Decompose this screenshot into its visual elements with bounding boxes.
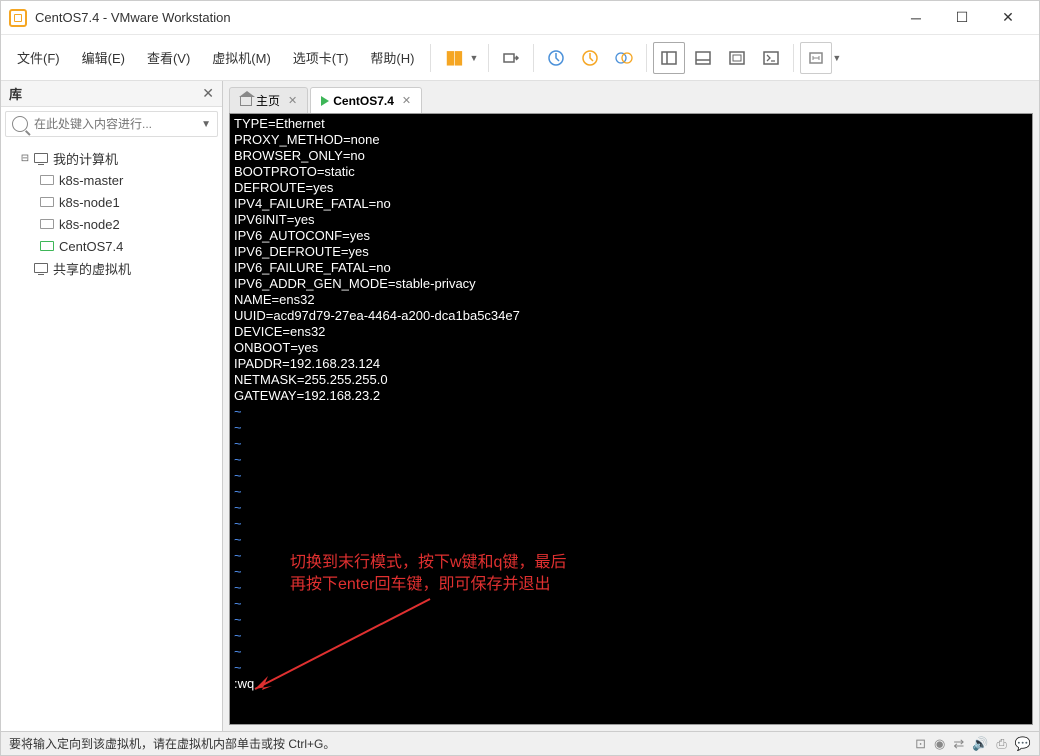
- main-area: 主页 ✕ CentOS7.4 ✕ TYPE=EthernetPROXY_METH…: [223, 81, 1039, 731]
- terminal-line: PROXY_METHOD=none: [234, 132, 1028, 148]
- menu-help[interactable]: 帮助(H): [360, 42, 424, 73]
- annotation-arrow: [240, 594, 440, 704]
- vm-icon: [40, 175, 54, 185]
- snapshot-revert-button[interactable]: [574, 42, 606, 74]
- terminal-line: BROWSER_ONLY=no: [234, 148, 1028, 164]
- search-icon: [12, 116, 28, 132]
- terminal-line: NETMASK=255.255.255.0: [234, 372, 1028, 388]
- tab-close-icon[interactable]: ✕: [288, 94, 297, 107]
- close-button[interactable]: ✕: [985, 1, 1031, 34]
- play-icon: [321, 96, 329, 106]
- search-dropdown-icon[interactable]: ▼: [201, 119, 211, 130]
- sidebar-header: 库 ✕: [1, 81, 222, 107]
- terminal-line: TYPE=Ethernet: [234, 116, 1028, 132]
- terminal-tilde: ~: [234, 532, 1028, 548]
- statusbar: 要将输入定向到该虚拟机，请在虚拟机内部单击或按 Ctrl+G。 ⊡ ◉ ⇄ 🔊 …: [1, 731, 1039, 755]
- sidebar-close-icon[interactable]: ✕: [202, 85, 214, 102]
- view-fullscreen-button[interactable]: [721, 42, 753, 74]
- tree-item-centos[interactable]: CentOS7.4: [5, 235, 218, 257]
- view-single-button[interactable]: [653, 42, 685, 74]
- terminal-tilde: ~: [234, 484, 1028, 500]
- view-unity-button[interactable]: [755, 42, 787, 74]
- minimize-button[interactable]: ─: [893, 1, 939, 34]
- terminal-line: IPV4_FAILURE_FATAL=no: [234, 196, 1028, 212]
- terminal-tilde: ~: [234, 500, 1028, 516]
- tree-item-k8s-master[interactable]: k8s-master: [5, 169, 218, 191]
- terminal-tilde: ~: [234, 468, 1028, 484]
- terminal-line: IPV6INIT=yes: [234, 212, 1028, 228]
- expand-icon[interactable]: ⊟: [19, 153, 31, 164]
- tree-shared-vms[interactable]: 共享的虚拟机: [5, 257, 218, 279]
- search-input[interactable]: [34, 117, 201, 131]
- sound-icon[interactable]: 🔊: [972, 736, 988, 752]
- tree-root-mycomputer[interactable]: ⊟ 我的计算机: [5, 147, 218, 169]
- printer-icon[interactable]: ⎙: [996, 736, 1006, 752]
- terminal-line: DEVICE=ens32: [234, 324, 1028, 340]
- tab-home[interactable]: 主页 ✕: [229, 87, 308, 113]
- terminal-line: NAME=ens32: [234, 292, 1028, 308]
- home-icon: [240, 96, 252, 106]
- pause-dropdown[interactable]: ▼: [469, 53, 478, 63]
- stretch-button[interactable]: [800, 42, 832, 74]
- sidebar: 库 ✕ ▼ ⊟ 我的计算机 k8s-master k8s-node1: [1, 81, 223, 731]
- statusbar-text: 要将输入定向到该虚拟机，请在虚拟机内部单击或按 Ctrl+G。: [9, 735, 915, 752]
- terminal-line: GATEWAY=192.168.23.2: [234, 388, 1028, 404]
- vm-running-icon: [40, 241, 54, 251]
- menu-vm[interactable]: 虚拟机(M): [202, 42, 281, 73]
- computer-icon: [34, 153, 48, 163]
- tab-close-icon[interactable]: ✕: [402, 94, 411, 107]
- terminal-line: UUID=acd97d79-27ea-4464-a200-dca1ba5c34e…: [234, 308, 1028, 324]
- tree-item-k8s-node2[interactable]: k8s-node2: [5, 213, 218, 235]
- pause-button[interactable]: ▮▮: [437, 42, 469, 74]
- vm-console[interactable]: TYPE=EthernetPROXY_METHOD=noneBROWSER_ON…: [229, 113, 1033, 725]
- message-icon[interactable]: 💬: [1015, 736, 1031, 752]
- statusbar-icons: ⊡ ◉ ⇄ 🔊 ⎙ 💬: [915, 736, 1031, 752]
- vmware-logo-icon: [9, 9, 27, 27]
- terminal-line: IPV6_FAILURE_FATAL=no: [234, 260, 1028, 276]
- sidebar-search[interactable]: ▼: [5, 111, 218, 137]
- annotation-text: 切换到末行模式，按下w键和q键，最后 再按下enter回车键，即可保存并退出: [290, 552, 566, 596]
- window-title: CentOS7.4 - VMware Workstation: [35, 10, 893, 25]
- window-titlebar: CentOS7.4 - VMware Workstation ─ ☐ ✕: [1, 1, 1039, 35]
- terminal-tilde: ~: [234, 420, 1028, 436]
- menu-file[interactable]: 文件(F): [7, 42, 70, 73]
- vm-icon: [40, 219, 54, 229]
- network-icon[interactable]: ⇄: [953, 736, 964, 752]
- sidebar-tree: ⊟ 我的计算机 k8s-master k8s-node1 k8s-node2 C…: [1, 141, 222, 285]
- sidebar-title: 库: [9, 84, 202, 103]
- terminal-tilde: ~: [234, 452, 1028, 468]
- tree-item-k8s-node1[interactable]: k8s-node1: [5, 191, 218, 213]
- terminal-tilde: ~: [234, 436, 1028, 452]
- terminal-line: IPV6_ADDR_GEN_MODE=stable-privacy: [234, 276, 1028, 292]
- terminal-line: DEFROUTE=yes: [234, 180, 1028, 196]
- menu-view[interactable]: 查看(V): [137, 42, 200, 73]
- snapshot-manager-button[interactable]: [608, 42, 640, 74]
- terminal-line: ONBOOT=yes: [234, 340, 1028, 356]
- terminal-line: BOOTPROTO=static: [234, 164, 1028, 180]
- stretch-dropdown[interactable]: ▼: [832, 53, 841, 63]
- maximize-button[interactable]: ☐: [939, 1, 985, 34]
- terminal-tilde: ~: [234, 516, 1028, 532]
- cd-icon[interactable]: ◉: [934, 736, 945, 752]
- tabs-row: 主页 ✕ CentOS7.4 ✕: [223, 81, 1039, 113]
- disk-icon[interactable]: ⊡: [915, 736, 926, 752]
- send-cad-button[interactable]: [495, 42, 527, 74]
- view-console-button[interactable]: [687, 42, 719, 74]
- menubar: 文件(F) 编辑(E) 查看(V) 虚拟机(M) 选项卡(T) 帮助(H) ▮▮…: [1, 35, 1039, 81]
- snapshot-button[interactable]: [540, 42, 572, 74]
- menu-edit[interactable]: 编辑(E): [72, 42, 135, 73]
- shared-icon: [34, 263, 48, 273]
- menu-tabs[interactable]: 选项卡(T): [283, 42, 359, 73]
- terminal-line: IPV6_AUTOCONF=yes: [234, 228, 1028, 244]
- vm-icon: [40, 197, 54, 207]
- tab-centos[interactable]: CentOS7.4 ✕: [310, 87, 422, 113]
- terminal-tilde: ~: [234, 404, 1028, 420]
- terminal-line: IPADDR=192.168.23.124: [234, 356, 1028, 372]
- terminal-line: IPV6_DEFROUTE=yes: [234, 244, 1028, 260]
